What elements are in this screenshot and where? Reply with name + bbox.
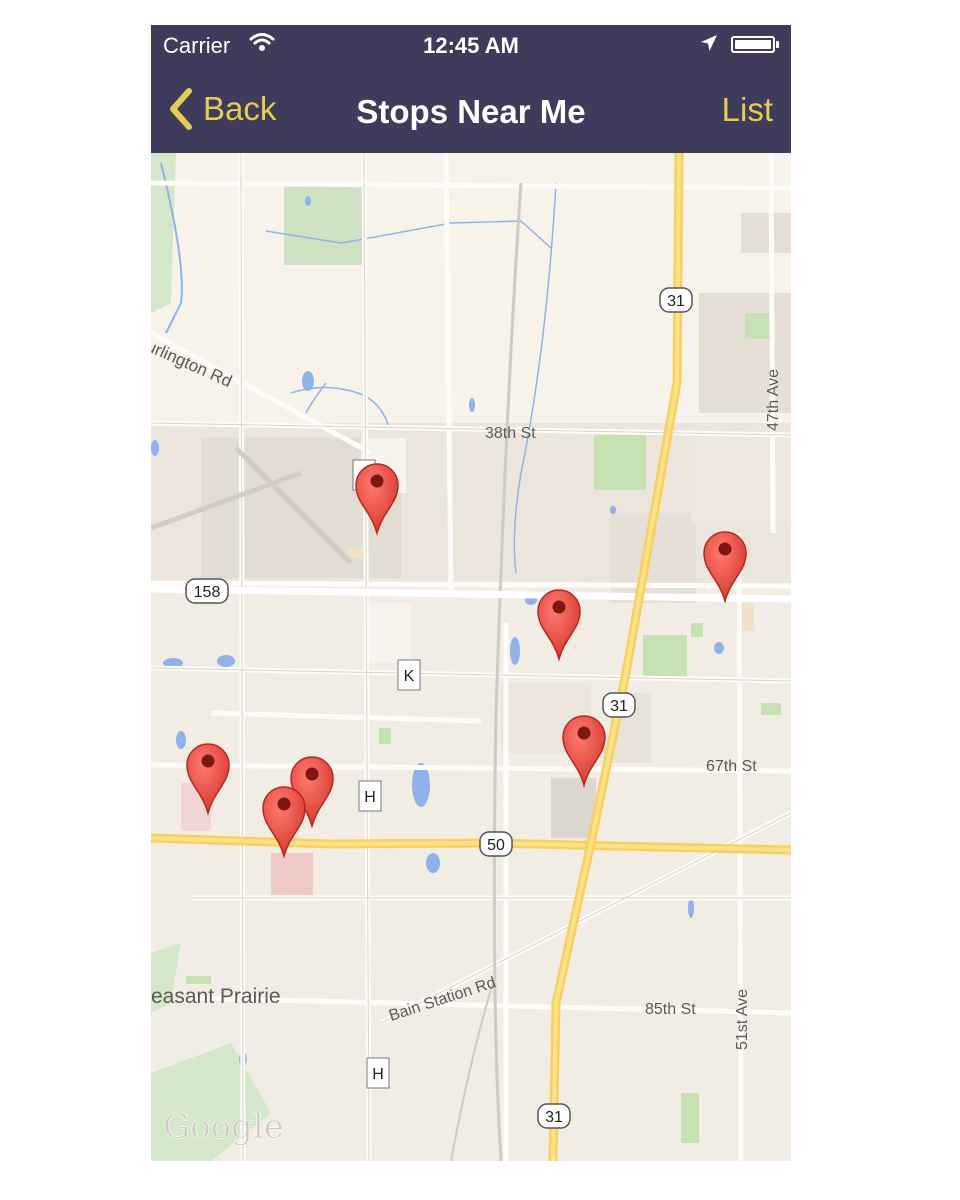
route-31-shield-top: 31 [659,287,693,313]
status-bar: Carrier 12:45 AM [151,25,791,65]
svg-text:H: H [372,1066,384,1083]
page-title: Stops Near Me [356,93,586,130]
51st-ave-label: 51st Ave [734,989,751,1050]
phone-screen: Carrier 12:45 AM Back Stops Near Me List [151,25,791,1161]
map-view[interactable]: urlington Rd 38th St 47th Ave 67th St 85… [151,153,791,1161]
hospital-marker-1: H [358,780,382,812]
k-marker: K [397,659,421,691]
battery-tip [776,41,779,48]
battery-icon [731,36,775,53]
hospital-marker-2: H [366,1057,390,1089]
route-31-shield-mid: 31 [602,692,636,718]
47th-ave-label: 47th Ave [765,369,782,431]
svg-text:H: H [364,789,376,806]
svg-text:31: 31 [545,1109,563,1126]
svg-text:158: 158 [194,584,221,601]
38th-st-label: 38th St [485,425,536,442]
route-158-shield: 158 [185,578,229,604]
svg-text:K: K [404,668,415,685]
location-arrow-icon [701,35,717,51]
status-time: 12:45 AM [423,33,519,58]
pleasant-prairie-label: easant Prairie [151,985,281,1008]
svg-text:31: 31 [667,293,685,310]
85th-st-label: 85th St [645,1001,696,1018]
google-attribution: Google [163,1107,284,1147]
67th-st-label: 67th St [706,758,757,775]
route-31-shield-bottom: 31 [537,1103,571,1129]
svg-text:31: 31 [610,698,628,715]
list-button[interactable]: List [722,91,773,129]
navigation-bar: Back Stops Near Me List [151,65,791,153]
route-50-shield: 50 [479,831,513,857]
svg-text:50: 50 [487,837,505,854]
